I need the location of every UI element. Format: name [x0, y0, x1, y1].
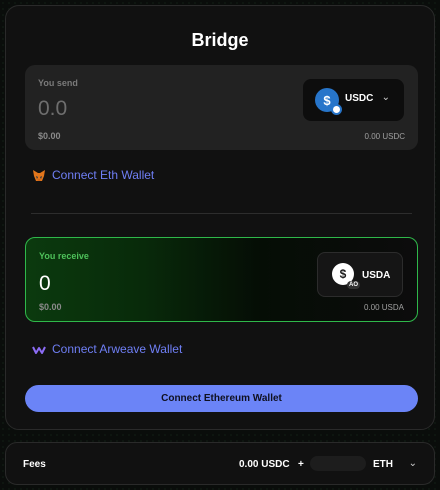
send-token-name: USDC [345, 93, 374, 104]
connect-ethereum-wallet-button[interactable]: Connect Ethereum Wallet [25, 385, 418, 412]
fees-eth-amount-placeholder [310, 456, 366, 471]
usdc-icon: $ [315, 88, 342, 115]
connect-arweave-wallet-link[interactable]: Connect Arweave Wallet [32, 342, 182, 356]
receive-card: You receive 0 $0.00 $ AO USDA 0.00 USDA [25, 237, 418, 322]
receive-token-name: USDA [362, 270, 391, 281]
fees-eth-unit: ETH [373, 459, 393, 470]
arweave-wallet-icon [32, 346, 46, 354]
chevron-down-icon: ⌄ [381, 92, 390, 103]
send-amount-input[interactable]: 0.0 [38, 97, 67, 121]
connect-eth-wallet-link[interactable]: Connect Eth Wallet [32, 168, 154, 182]
divider [31, 213, 412, 214]
send-card: You send 0.0 $0.00 $ USDC ⌄ 0.00 USDC [25, 65, 418, 150]
fees-label: Fees [23, 459, 46, 470]
fees-usdc-amount: 0.00 USDC [239, 459, 290, 470]
bridge-panel: Bridge You send 0.0 $0.00 $ USDC ⌄ 0.00 … [5, 5, 435, 430]
metamask-fox-icon [33, 169, 45, 181]
page-title: Bridge [191, 30, 249, 50]
receive-balance: 0.00 USDA [363, 303, 404, 312]
send-label: You send [38, 78, 78, 88]
connect-arweave-wallet-label: Connect Arweave Wallet [52, 342, 183, 356]
send-usd-value: $0.00 [38, 131, 61, 141]
send-balance: 0.00 USDC [364, 132, 405, 141]
send-token-selector[interactable]: $ USDC ⌄ [303, 79, 404, 121]
receive-usd-value: $0.00 [39, 302, 62, 312]
chevron-down-icon[interactable]: ⌄ [409, 458, 417, 469]
receive-label: You receive [39, 251, 89, 261]
fees-plus: + [298, 459, 304, 470]
ao-badge: AO [347, 281, 360, 289]
receive-amount: 0 [39, 272, 51, 295]
connect-eth-wallet-label: Connect Eth Wallet [52, 168, 155, 182]
fees-bar[interactable]: Fees 0.00 USDC + ETH ⌄ [5, 442, 435, 485]
usda-icon: $ AO [332, 263, 360, 289]
receive-token-display: $ AO USDA [317, 252, 403, 297]
